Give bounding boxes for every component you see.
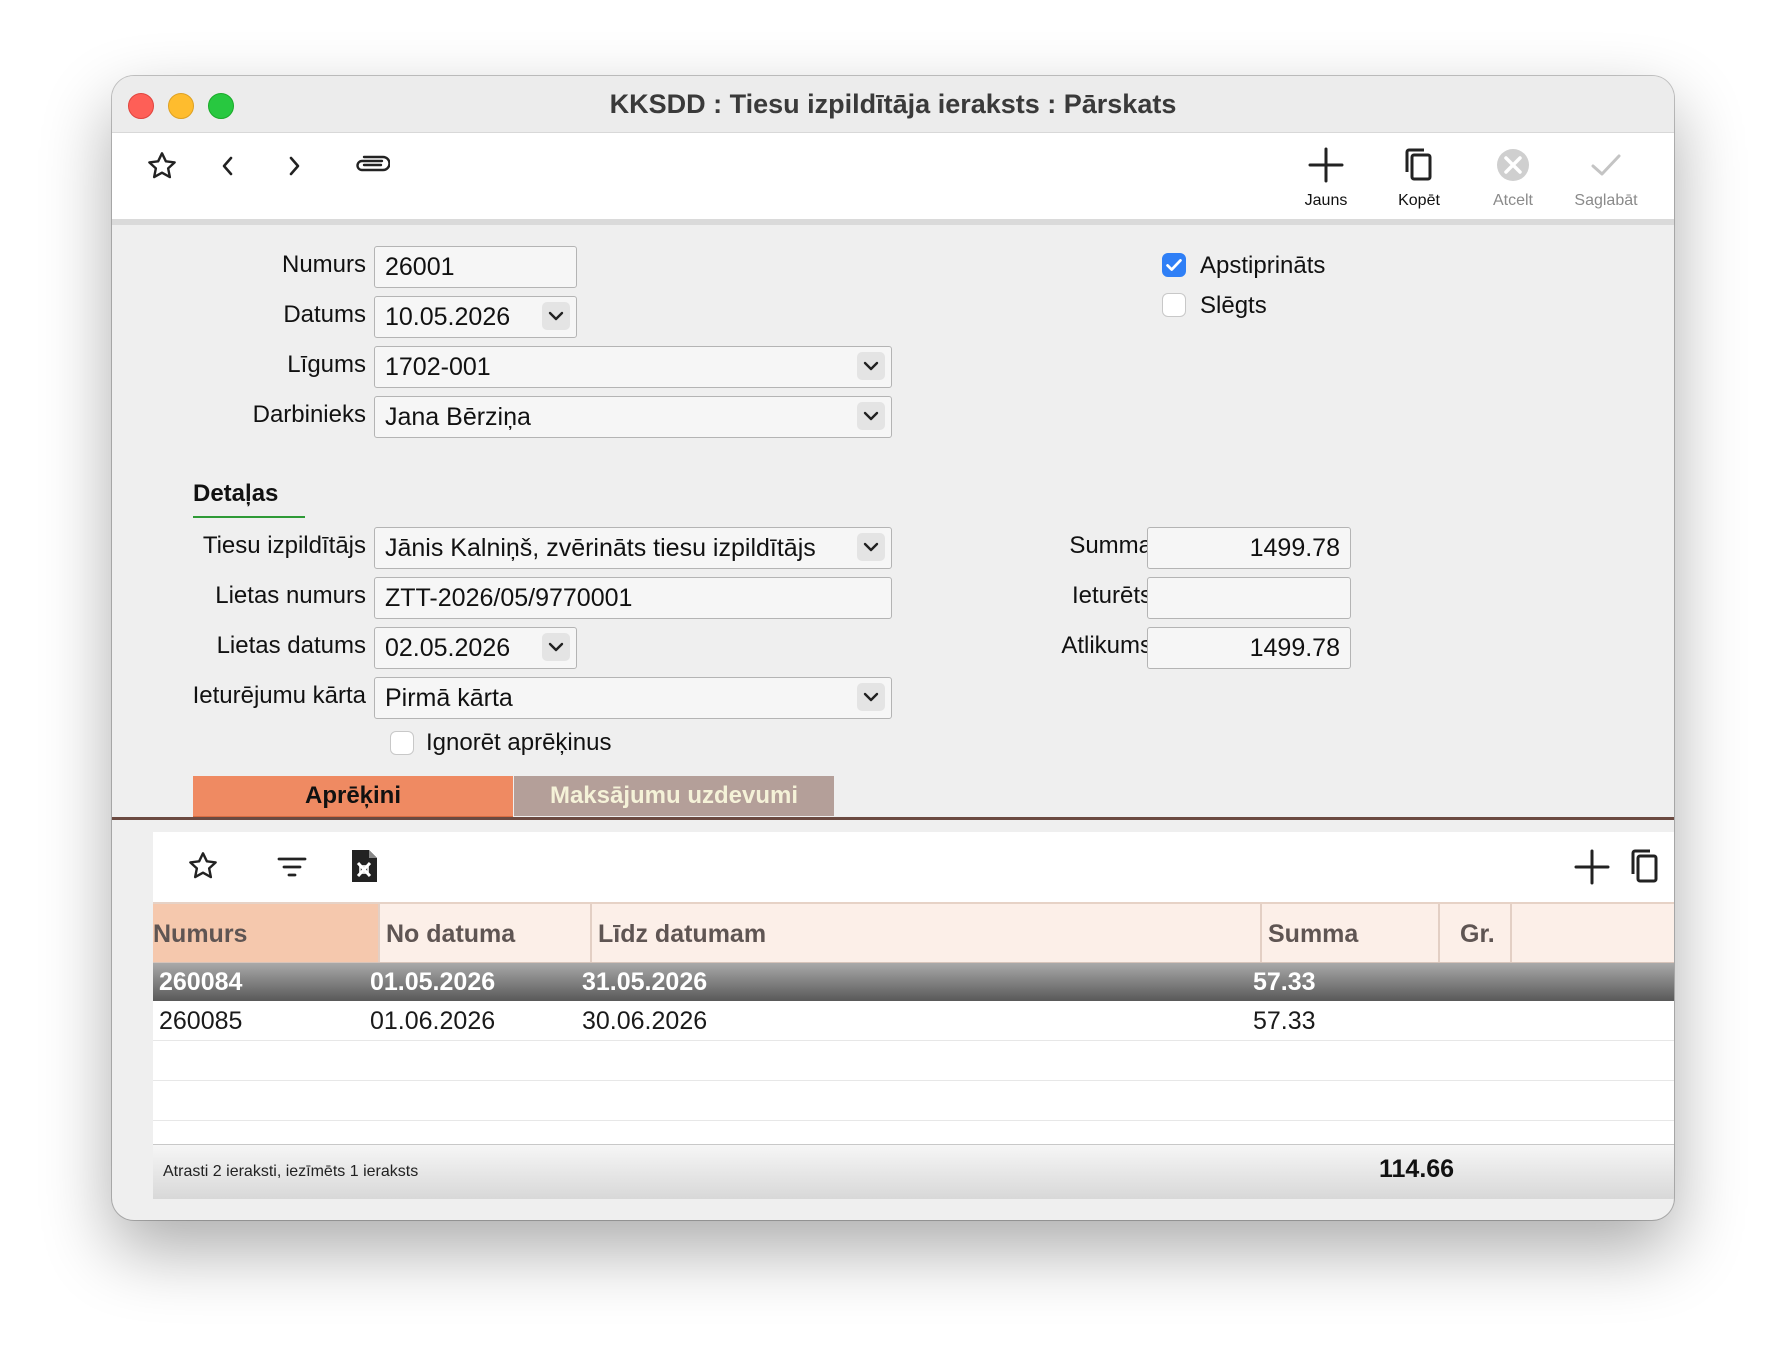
cell-number: 260085: [159, 1007, 243, 1035]
closed-checkbox[interactable]: [1162, 293, 1186, 317]
withholding-order-field[interactable]: Pirmā kārta: [374, 677, 892, 719]
chevron-down-icon[interactable]: [857, 533, 885, 561]
bailiff-field[interactable]: Jānis Kalniņš, zvērināts tiesu izpildītā…: [374, 527, 892, 569]
export-file-icon[interactable]: [349, 848, 379, 889]
column-header-group[interactable]: Gr.: [1440, 904, 1512, 962]
case-number-label: Lietas numurs: [215, 582, 366, 609]
chevron-down-icon[interactable]: [542, 633, 570, 661]
checkmark-icon: [1166, 259, 1182, 271]
cell-sum: 57.33: [1253, 1007, 1316, 1035]
cell-from-date: 01.05.2026: [370, 968, 496, 996]
number-label: Numurs: [281, 251, 366, 278]
copy-icon: [1405, 148, 1432, 181]
save-button[interactable]: Saglabāt: [1566, 145, 1646, 210]
case-date-field[interactable]: 02.05.2026: [374, 627, 577, 669]
withheld-label: Ieturēts: [1071, 582, 1152, 609]
contract-value: 1702-001: [385, 353, 491, 381]
chevron-down-icon[interactable]: [857, 402, 885, 430]
table-header: Numurs No datuma Līdz datumam Summa Gr.: [153, 902, 1674, 965]
copy-button[interactable]: Kopēt: [1379, 145, 1459, 210]
approved-label: Apstiprināts: [1200, 252, 1326, 279]
ignore-calculations-label: Ignorēt aprēķinus: [426, 729, 612, 756]
chevron-right-icon[interactable]: [282, 152, 306, 185]
star-icon[interactable]: [146, 150, 178, 187]
cell-to-date: 31.05.2026: [582, 968, 708, 996]
case-date-label: Lietas datums: [216, 632, 366, 659]
empty-row: [153, 1042, 1674, 1081]
table-row[interactable]: 260084 01.05.2026 31.05.2026 57.33: [153, 963, 1674, 1001]
contract-field[interactable]: 1702-001: [374, 346, 892, 388]
column-header-to-date[interactable]: Līdz datumam: [592, 904, 1262, 962]
column-header-number[interactable]: Numurs: [153, 904, 380, 962]
tab-payment-orders[interactable]: Maksājumu uzdevumi: [514, 776, 834, 816]
withholding-order-value: Pirmā kārta: [385, 684, 513, 712]
date-label: Datums: [283, 301, 366, 328]
tab-calculations[interactable]: Aprēķini: [193, 776, 513, 818]
date-field[interactable]: 10.05.2026: [374, 296, 577, 338]
tab-divider: [112, 817, 1674, 820]
case-number-field[interactable]: ZTT-2026/05/9770001: [374, 577, 892, 619]
save-button-label: Saglabāt: [1574, 192, 1638, 209]
table-row[interactable]: 260085 01.06.2026 30.06.2026 57.33: [153, 1002, 1674, 1041]
withholding-order-label: Ieturējumu kārta: [192, 682, 366, 709]
cancel-icon: [1497, 149, 1529, 181]
closed-label: Slēgts: [1200, 292, 1267, 319]
employee-label: Darbinieks: [252, 401, 366, 428]
plus-icon: [1308, 147, 1344, 183]
chevron-down-icon[interactable]: [857, 683, 885, 711]
new-button[interactable]: Jauns: [1286, 145, 1366, 210]
column-header-from-date[interactable]: No datuma: [380, 904, 592, 962]
cell-number: 260084: [159, 968, 243, 996]
checkmark-icon: [1591, 154, 1621, 176]
cancel-button-label: Atcelt: [1492, 192, 1533, 209]
balance-field[interactable]: 1499.78: [1147, 627, 1351, 669]
cell-sum: 57.33: [1253, 968, 1316, 996]
bailiff-label: Tiesu izpildītājs: [202, 532, 366, 559]
filter-icon[interactable]: [277, 854, 307, 885]
sum-total: 114.66: [1379, 1155, 1455, 1183]
empty-row: [153, 1082, 1674, 1121]
cancel-button[interactable]: Atcelt: [1473, 145, 1553, 210]
record-count-status: Atrasti 2 ieraksti, iezīmēts 1 ieraksts: [163, 1163, 419, 1180]
contract-label: Līgums: [287, 351, 366, 378]
column-header-sum[interactable]: Summa: [1262, 904, 1440, 962]
chevron-down-icon[interactable]: [857, 352, 885, 380]
list-footer: Atrasti 2 ieraksti, iezīmēts 1 ieraksts …: [153, 1144, 1674, 1199]
section-underline: [193, 516, 305, 518]
cell-from-date: 01.06.2026: [370, 1007, 496, 1035]
main-toolbar: Jauns Kopēt Atcelt Saglabāt: [112, 133, 1674, 225]
case-date-value: 02.05.2026: [385, 634, 511, 662]
new-button-label: Jauns: [1304, 192, 1348, 209]
employee-value: Jana Bērziņa: [385, 403, 531, 431]
add-icon[interactable]: [1573, 848, 1611, 891]
withheld-field[interactable]: [1147, 577, 1351, 619]
ignore-calculations-checkbox[interactable]: [390, 731, 414, 755]
star-icon[interactable]: [187, 850, 219, 887]
bailiff-value: Jānis Kalniņš, zvērināts tiesu izpildītā…: [385, 534, 816, 562]
chevron-down-icon[interactable]: [542, 302, 570, 330]
cell-to-date: 30.06.2026: [582, 1007, 708, 1035]
details-section-title: Detaļas: [193, 480, 279, 507]
title-bar: KKSDD : Tiesu izpildītāja ieraksts : Pār…: [112, 76, 1674, 133]
balance-label: Atlikums: [1061, 632, 1152, 659]
date-value: 10.05.2026: [385, 303, 511, 331]
approved-checkbox[interactable]: [1162, 253, 1186, 277]
copy-icon[interactable]: [1626, 846, 1664, 891]
paperclip-icon[interactable]: [352, 154, 391, 181]
sum-field[interactable]: 1499.78: [1147, 527, 1351, 569]
list-toolbar: [153, 832, 1674, 902]
copy-button-label: Kopēt: [1398, 192, 1440, 209]
employee-field[interactable]: Jana Bērziņa: [374, 396, 892, 438]
chevron-left-icon[interactable]: [216, 152, 240, 185]
app-window: KKSDD : Tiesu izpildītāja ieraksts : Pār…: [112, 76, 1674, 1220]
number-field[interactable]: 26001: [374, 246, 577, 288]
window-title: KKSDD : Tiesu izpildītāja ieraksts : Pār…: [609, 89, 1177, 119]
sum-label: Summa: [1069, 532, 1152, 559]
